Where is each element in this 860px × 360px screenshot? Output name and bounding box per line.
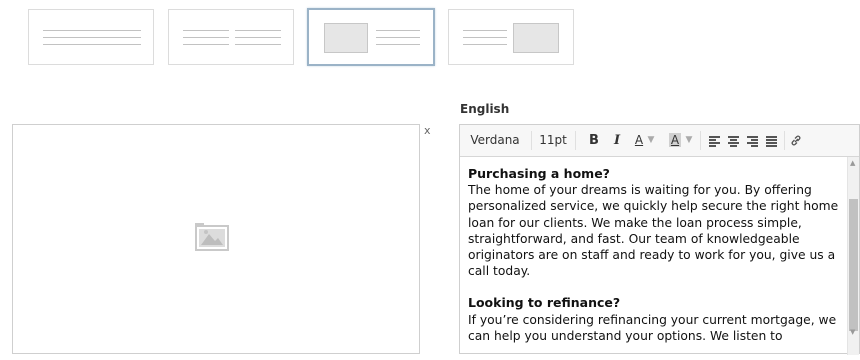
highlight-dropdown-icon[interactable]: ▼	[684, 125, 694, 156]
layout-option-two-columns[interactable]	[168, 9, 294, 65]
content-paragraph-purchasing: The home of your dreams is waiting for y…	[468, 183, 839, 279]
align-right-icon[interactable]	[747, 136, 758, 147]
scroll-up-arrow-icon[interactable]: ▲	[850, 159, 855, 167]
text-color-button[interactable]: A	[632, 125, 646, 156]
image-placeholder-icon	[195, 223, 229, 251]
editor-scrollbar[interactable]: ▲ ▼	[847, 157, 859, 355]
toolbar-divider	[575, 131, 576, 150]
font-size-select[interactable]: 11pt	[532, 125, 574, 156]
toolbar-divider	[700, 131, 701, 150]
image-upload-area[interactable]	[12, 124, 420, 354]
italic-button[interactable]: I	[608, 125, 626, 156]
content-heading-purchasing: Purchasing a home?	[468, 166, 610, 181]
content-paragraph-refinance: If you’re considering refinancing your c…	[468, 312, 837, 343]
language-label: English	[460, 102, 510, 116]
layout-option-image-left[interactable]	[307, 8, 435, 66]
link-icon[interactable]	[790, 134, 802, 147]
highlight-label: A	[668, 133, 682, 147]
scrollbar-thumb[interactable]	[849, 199, 858, 331]
font-family-select[interactable]: Verdana	[460, 125, 530, 156]
bold-button[interactable]: B	[585, 125, 603, 156]
align-justify-icon[interactable]	[766, 136, 777, 147]
layout-option-image-right[interactable]	[448, 9, 574, 65]
editor-toolbar: Verdana 11pt B I A ▼ A ▼	[460, 125, 859, 157]
text-color-dropdown-icon[interactable]: ▼	[646, 125, 656, 156]
highlight-color-button[interactable]: A	[668, 125, 682, 156]
align-center-icon[interactable]	[728, 136, 739, 147]
editor-content[interactable]: Purchasing a home? The home of your drea…	[468, 166, 840, 360]
remove-image-button[interactable]: x	[424, 124, 431, 137]
rich-text-editor: Verdana 11pt B I A ▼ A ▼ Purchasing a ho…	[459, 124, 860, 355]
scroll-down-arrow-icon[interactable]: ▼	[850, 328, 855, 336]
align-left-icon[interactable]	[709, 136, 720, 147]
layout-option-text-only[interactable]	[28, 9, 154, 65]
toolbar-divider	[784, 131, 785, 150]
content-heading-refinance: Looking to refinance?	[468, 295, 621, 311]
